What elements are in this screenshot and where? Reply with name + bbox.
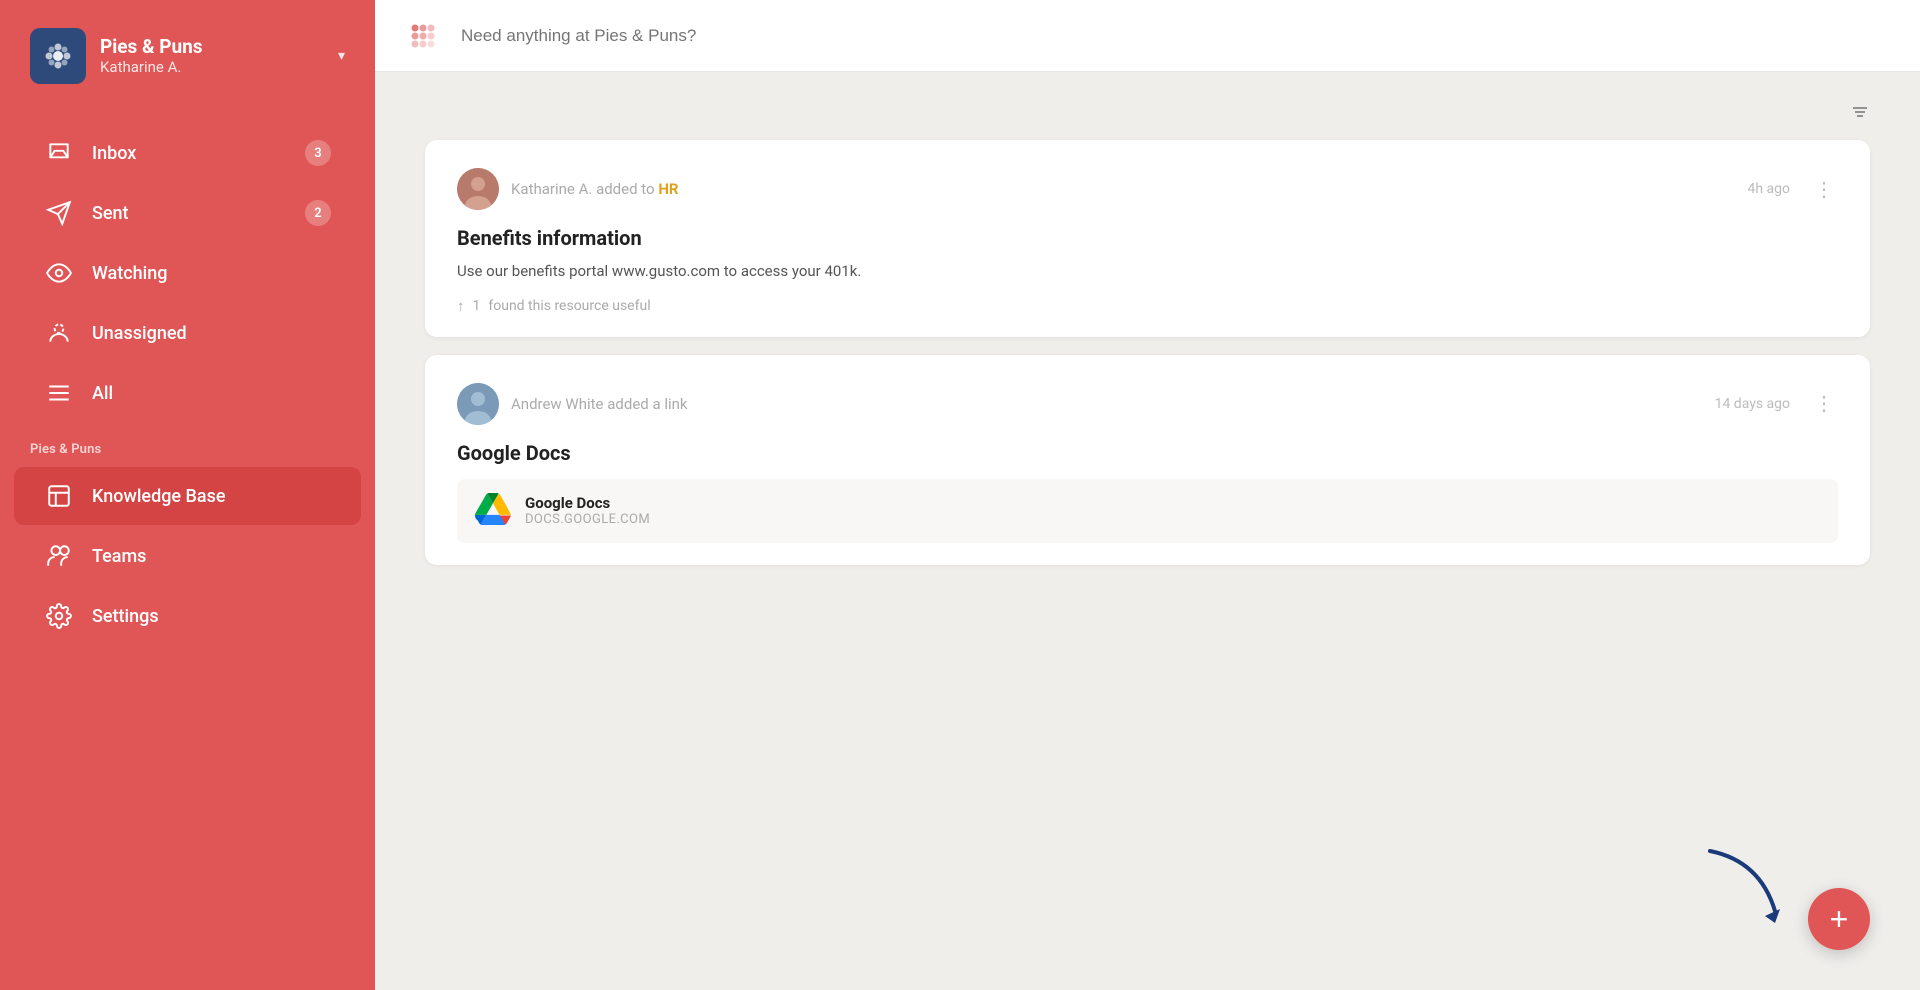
all-label: All <box>92 383 331 404</box>
card-footer-benefits: ↑ 1 found this resource useful <box>457 297 1838 315</box>
card-header-google-docs: Andrew White added a link 14 days ago ⋮ <box>457 383 1838 425</box>
card-tag-hr: HR <box>658 180 678 198</box>
teams-label: Teams <box>92 546 331 567</box>
sidebar: Pies & Puns Katharine A. ▾ Inbox 3 Sent … <box>0 0 375 990</box>
card-title-benefits: Benefits information <box>457 226 1838 250</box>
sidebar-item-teams[interactable]: Teams <box>14 527 361 585</box>
link-preview-info: Google Docs DOCS.GOOGLE.COM <box>525 494 650 527</box>
content-area: Katharine A. added to HR 4h ago ⋮ Benefi… <box>375 72 1920 990</box>
card-more-button-benefits[interactable]: ⋮ <box>1810 177 1838 202</box>
card-title-google-docs: Google Docs <box>457 441 1838 465</box>
main-content: Katharine A. added to HR 4h ago ⋮ Benefi… <box>375 0 1920 990</box>
watching-label: Watching <box>92 263 331 284</box>
upvote-label: found this resource useful <box>488 298 650 314</box>
settings-icon <box>44 601 74 631</box>
card-header-benefits: Katharine A. added to HR 4h ago ⋮ <box>457 168 1838 210</box>
card-action-text: added a link <box>607 395 687 413</box>
fab-add-button[interactable]: + <box>1808 888 1870 950</box>
avatar-andrew <box>457 383 499 425</box>
card-more-button-google-docs[interactable]: ⋮ <box>1810 391 1838 416</box>
link-preview-google-docs[interactable]: Google Docs DOCS.GOOGLE.COM <box>457 479 1838 543</box>
card-google-docs: Andrew White added a link 14 days ago ⋮ … <box>425 355 1870 565</box>
filter-bar <box>425 102 1870 122</box>
sidebar-item-inbox[interactable]: Inbox 3 <box>14 124 361 182</box>
card-author-andrew: Andrew White <box>511 395 604 413</box>
unassigned-label: Unassigned <box>92 323 331 344</box>
org-logo <box>30 28 86 84</box>
knowledge-base-label: Knowledge Base <box>92 486 331 507</box>
teams-icon <box>44 541 74 571</box>
org-name: Pies & Puns <box>100 36 324 59</box>
link-preview-url: DOCS.GOOGLE.COM <box>525 512 650 527</box>
org-info: Pies & Puns Katharine A. <box>100 36 324 77</box>
search-input[interactable] <box>461 26 1890 46</box>
watching-icon <box>44 258 74 288</box>
sidebar-item-unassigned[interactable]: Unassigned <box>14 304 361 362</box>
inbox-icon <box>44 138 74 168</box>
user-name: Katharine A. <box>100 58 324 76</box>
unassigned-icon <box>44 318 74 348</box>
sidebar-item-sent[interactable]: Sent 2 <box>14 184 361 242</box>
app-logo <box>405 18 441 54</box>
sidebar-nav: Inbox 3 Sent 2 Watching Unassigned <box>0 112 375 970</box>
card-body-benefits: Use our benefits portal www.gusto.com to… <box>457 260 1838 283</box>
inbox-label: Inbox <box>92 143 287 164</box>
filter-button[interactable] <box>1850 102 1870 122</box>
inbox-badge: 3 <box>305 140 331 166</box>
link-preview-title: Google Docs <box>525 494 650 512</box>
topbar <box>375 0 1920 72</box>
sidebar-item-all[interactable]: All <box>14 364 361 422</box>
card-meta-benefits: Katharine A. added to HR <box>511 180 1735 198</box>
sent-label: Sent <box>92 203 287 224</box>
sidebar-item-watching[interactable]: Watching <box>14 244 361 302</box>
sent-icon <box>44 198 74 228</box>
settings-label: Settings <box>92 606 331 627</box>
all-icon <box>44 378 74 408</box>
section-label: Pies & Puns <box>0 424 375 465</box>
chevron-down-icon: ▾ <box>338 48 345 64</box>
card-benefits: Katharine A. added to HR 4h ago ⋮ Benefi… <box>425 140 1870 337</box>
upvote-arrow-icon: ↑ <box>457 297 465 315</box>
card-action-benefits: added to <box>596 180 658 198</box>
card-meta-google-docs: Andrew White added a link <box>511 395 1703 413</box>
card-time-google-docs: 14 days ago <box>1715 396 1790 412</box>
sent-badge: 2 <box>305 200 331 226</box>
card-time-benefits: 4h ago <box>1747 181 1790 197</box>
avatar-katharine <box>457 168 499 210</box>
sidebar-item-settings[interactable]: Settings <box>14 587 361 645</box>
knowledge-base-icon <box>44 481 74 511</box>
upvote-count: 1 <box>473 298 481 314</box>
org-header[interactable]: Pies & Puns Katharine A. ▾ <box>0 0 375 112</box>
sidebar-item-knowledge-base[interactable]: Knowledge Base <box>14 467 361 525</box>
card-author-katharine: Katharine A. <box>511 180 592 198</box>
google-drive-logo <box>475 493 511 529</box>
